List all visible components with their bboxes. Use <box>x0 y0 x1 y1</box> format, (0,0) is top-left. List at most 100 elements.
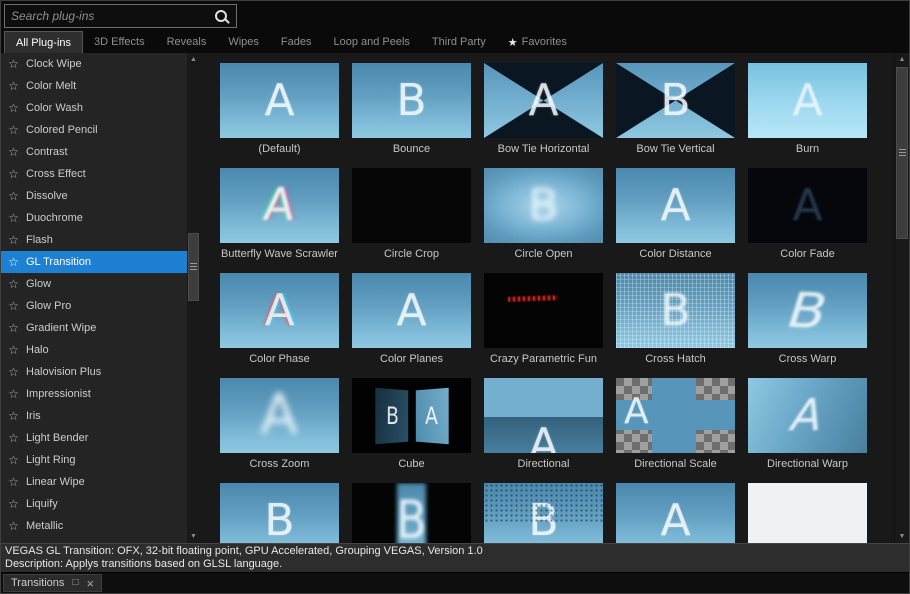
scroll-down-icon[interactable]: ▼ <box>187 530 200 543</box>
plugin-item-darkcenter[interactable]: B <box>352 483 471 543</box>
transitions-window-tab[interactable]: Transitions □ × <box>3 574 102 592</box>
plugin-item-crazy-parametric-fun[interactable]: Crazy Parametric Fun <box>484 273 603 366</box>
favorite-star-icon[interactable]: ☆ <box>7 299 20 313</box>
favorite-star-icon[interactable]: ☆ <box>7 211 20 225</box>
plugin-item-cross-warp[interactable]: BCross Warp <box>748 273 867 366</box>
plugin-thumbnail: A <box>748 63 867 138</box>
close-icon[interactable]: × <box>86 577 94 590</box>
sidebar-item-label: Color Melt <box>26 80 76 92</box>
plugin-item-bow-tie-horizontal[interactable]: ABow Tie Horizontal <box>484 63 603 156</box>
sidebar-item-dissolve[interactable]: ☆Dissolve <box>1 185 187 207</box>
scroll-up-icon[interactable]: ▲ <box>187 53 200 66</box>
sidebar-item-glow-pro[interactable]: ☆Glow Pro <box>1 295 187 317</box>
plugin-item-color-phase[interactable]: AColor Phase <box>220 273 339 366</box>
plugin-label: Cross Zoom <box>250 458 310 471</box>
sidebar-item-halovision-plus[interactable]: ☆Halovision Plus <box>1 361 187 383</box>
plugin-item-default[interactable]: A(Default) <box>220 63 339 156</box>
sidebar-item-cross-effect[interactable]: ☆Cross Effect <box>1 163 187 185</box>
favorite-star-icon[interactable]: ☆ <box>7 409 20 423</box>
grid-scrollbar-thumb[interactable] <box>896 67 908 239</box>
sidebar-item-gl-transition[interactable]: ☆GL Transition <box>1 251 187 273</box>
sidebar-item-gradient-wipe[interactable]: ☆Gradient Wipe <box>1 317 187 339</box>
tab-all-plug-ins[interactable]: All Plug-ins <box>4 31 83 53</box>
favorite-star-icon[interactable]: ☆ <box>7 189 20 203</box>
plugin-item-circle-crop[interactable]: Circle Crop <box>352 168 471 261</box>
sidebar-item-metallic[interactable]: ☆ Metallic <box>1 515 187 537</box>
sidebar-item-flash[interactable]: ☆Flash <box>1 229 187 251</box>
plugin-item-cube[interactable]: BACube <box>352 378 471 471</box>
grid-scroll-up-icon[interactable]: ▲ <box>895 53 909 66</box>
favorite-star-icon[interactable]: ☆ <box>7 321 20 335</box>
favorite-star-icon[interactable]: ☆ <box>7 453 20 467</box>
favorite-star-icon[interactable]: ☆ <box>7 145 20 159</box>
sidebar-item-colored-pencil[interactable]: ☆Colored Pencil <box>1 119 187 141</box>
sidebar-scrollbar[interactable]: ▲ ▼ <box>187 53 200 543</box>
search-icon[interactable] <box>215 10 227 22</box>
sidebar-item-iris[interactable]: ☆Iris <box>1 405 187 427</box>
favorite-star-icon[interactable]: ☆ <box>7 343 20 357</box>
search-input[interactable] <box>5 9 215 23</box>
favorite-star-icon[interactable]: ☆ <box>7 497 20 511</box>
favorite-star-icon[interactable]: ☆ <box>7 101 20 115</box>
tab-favorites[interactable]: ★Favorites <box>497 31 578 53</box>
sidebar-item-label: Clock Wipe <box>26 58 82 70</box>
tab-third-party[interactable]: Third Party <box>421 31 497 53</box>
sidebar-item-label: Impressionist <box>26 388 91 400</box>
plugin-browser-window: All Plug-ins 3D Effects RevealsWipesFadesL… <box>0 0 910 594</box>
favorite-star-icon[interactable]: ☆ <box>7 475 20 489</box>
favorite-star-icon[interactable]: ☆ <box>7 277 20 291</box>
plugin-item-dots[interactable]: B <box>484 483 603 543</box>
favorite-star-icon[interactable]: ☆ <box>7 233 20 247</box>
tab-fades[interactable]: Fades <box>270 31 323 53</box>
float-window-icon[interactable]: □ <box>72 578 78 588</box>
sidebar-item-light-bender[interactable]: ☆Light Bender <box>1 427 187 449</box>
grid-scrollbar[interactable]: ▲ ▼ <box>894 53 909 543</box>
plugin-item-white[interactable] <box>748 483 867 543</box>
sidebar-item-impressionist[interactable]: ☆ Impressionist <box>1 383 187 405</box>
plugin-item-directional-warp[interactable]: ADirectional Warp <box>748 378 867 471</box>
sidebar-item-halo[interactable]: ☆Halo <box>1 339 187 361</box>
favorite-star-icon[interactable]: ☆ <box>7 387 20 401</box>
sidebar-item-color-melt[interactable]: ☆ Color Melt <box>1 75 187 97</box>
plugin-item-bounce[interactable]: BBounce <box>352 63 471 156</box>
sidebar-item-color-wash[interactable]: ☆Color Wash <box>1 97 187 119</box>
tab-reveals[interactable]: Reveals <box>156 31 218 53</box>
grid-scroll-down-icon[interactable]: ▼ <box>895 530 909 543</box>
sidebar-item-glow[interactable]: ☆Glow <box>1 273 187 295</box>
plugin-item-color-fade[interactable]: AColor Fade <box>748 168 867 261</box>
sidebar-scrollbar-thumb[interactable] <box>188 233 199 301</box>
tab-label: 3D Effects <box>94 36 145 48</box>
sidebar-item-clock-wipe[interactable]: ☆ Clock Wipe <box>1 53 187 75</box>
sidebar-item-linear-wipe[interactable]: ☆Linear Wipe <box>1 471 187 493</box>
sidebar-item-label: Metallic <box>26 520 63 532</box>
plugin-item-circle-open[interactable]: BCircle Open <box>484 168 603 261</box>
plugin-item-blue[interactable]: A <box>616 483 735 543</box>
favorite-star-icon[interactable]: ☆ <box>7 255 20 269</box>
tab-wipes[interactable]: Wipes <box>217 31 270 53</box>
favorite-star-icon[interactable]: ☆ <box>7 167 20 181</box>
plugin-item-cross-hatch[interactable]: BCross Hatch <box>616 273 735 366</box>
sidebar-item-contrast[interactable]: ☆Contrast <box>1 141 187 163</box>
plugin-item-bow-tie-vertical[interactable]: BBow Tie Vertical <box>616 63 735 156</box>
sidebar-item-light-ring[interactable]: ☆Light Ring <box>1 449 187 471</box>
plugin-item-burn[interactable]: ABurn <box>748 63 867 156</box>
plugin-item-directional[interactable]: ADirectional <box>484 378 603 471</box>
plugin-item-blue[interactable]: B <box>220 483 339 543</box>
plugin-item-color-planes[interactable]: AColor Planes <box>352 273 471 366</box>
favorite-star-icon[interactable]: ☆ <box>7 519 20 533</box>
sidebar-item-liquify[interactable]: ☆Liquify <box>1 493 187 515</box>
sidebar-item-duochrome[interactable]: ☆Duochrome <box>1 207 187 229</box>
plugin-thumbnail: B <box>484 483 603 543</box>
tab-loop-and-peels[interactable]: Loop and Peels <box>322 31 420 53</box>
search-box[interactable] <box>4 4 237 28</box>
tab-3d-effects[interactable]: 3D Effects <box>83 31 156 53</box>
favorite-star-icon[interactable]: ☆ <box>7 79 20 93</box>
favorite-star-icon[interactable]: ☆ <box>7 365 20 379</box>
favorite-star-icon[interactable]: ☆ <box>7 57 20 71</box>
plugin-item-cross-zoom[interactable]: ACross Zoom <box>220 378 339 471</box>
favorite-star-icon[interactable]: ☆ <box>7 431 20 445</box>
plugin-item-butterfly-wave-scrawler[interactable]: AButterfly Wave Scrawler <box>220 168 339 261</box>
favorite-star-icon[interactable]: ☆ <box>7 123 20 137</box>
plugin-item-directional-scale[interactable]: ADirectional Scale <box>616 378 735 471</box>
plugin-item-color-distance[interactable]: AColor Distance <box>616 168 735 261</box>
